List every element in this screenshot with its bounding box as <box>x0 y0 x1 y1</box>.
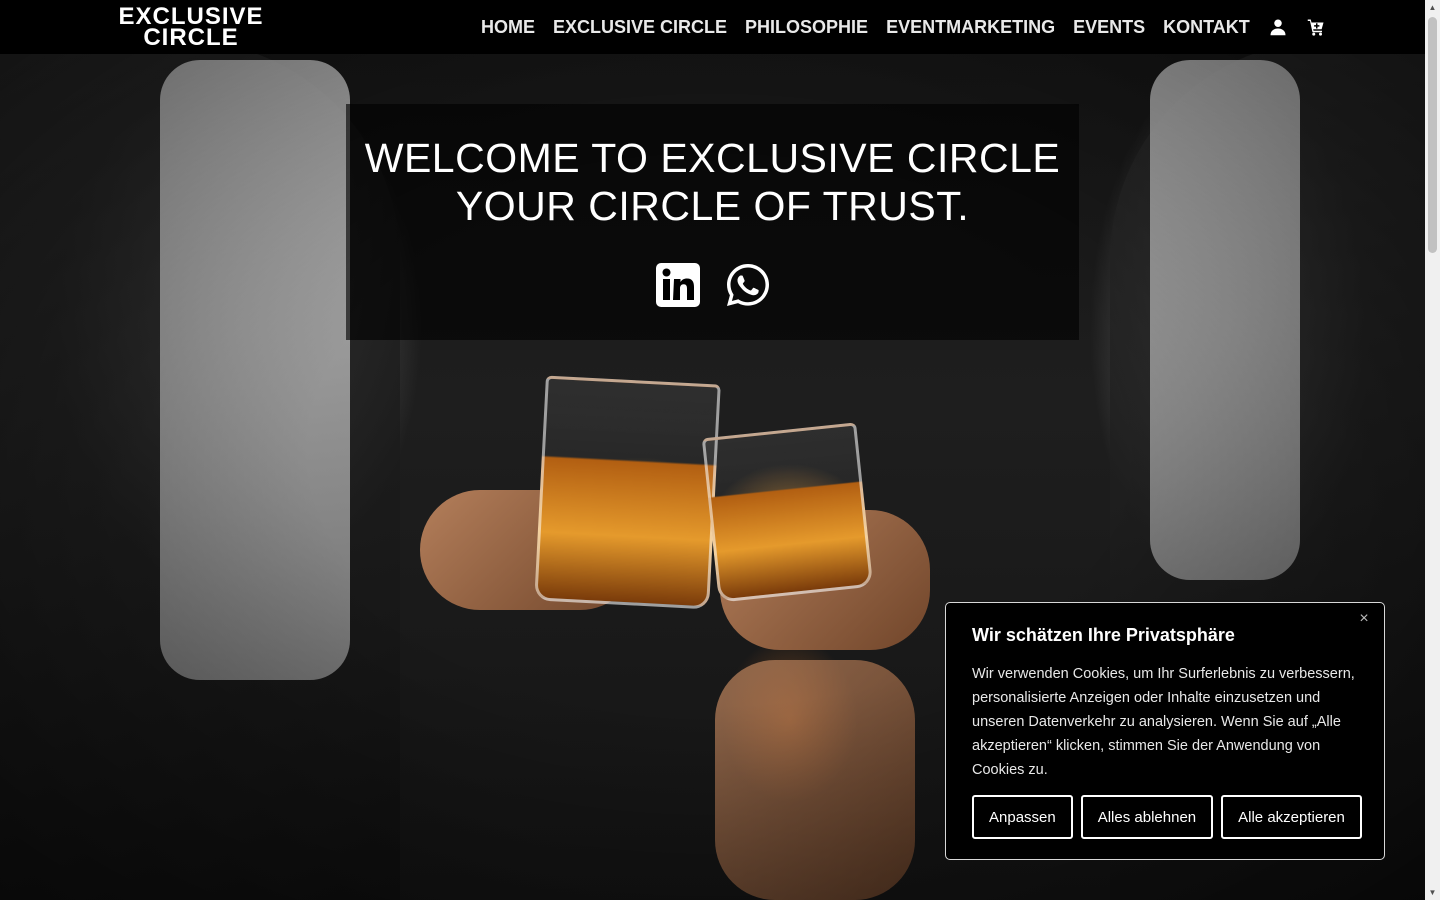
site-logo[interactable]: EXCLUSIVE CIRCLE <box>116 5 266 51</box>
accept-all-button[interactable]: Alle akzeptieren <box>1221 795 1362 839</box>
logo-line-2: CIRCLE <box>143 24 239 51</box>
cookie-consent-dialog: × Wir schätzen Ihre Privatsphäre Wir ver… <box>945 602 1385 860</box>
vertical-scrollbar[interactable]: ▲ ▼ <box>1425 0 1440 900</box>
nav-item-exclusive-circle[interactable]: EXCLUSIVE CIRCLE <box>553 17 727 38</box>
whatsapp-icon[interactable] <box>725 262 771 308</box>
main-nav: HOME EXCLUSIVE CIRCLE PHILOSOPHIE EVENTM… <box>481 0 1326 54</box>
cookie-description: Wir verwenden Cookies, um Ihr Surferlebn… <box>972 666 1355 778</box>
scroll-up-arrow-icon[interactable]: ▲ <box>1425 0 1440 15</box>
cart-icon[interactable] <box>1306 17 1326 37</box>
hero-text-box: WELCOME TO EXCLUSIVE CIRCLE YOUR CIRCLE … <box>346 104 1079 340</box>
close-icon[interactable]: × <box>1356 611 1372 627</box>
hero-title-line-2: YOUR CIRCLE OF TRUST. <box>455 183 970 229</box>
reject-all-button[interactable]: Alles ablehnen <box>1080 795 1214 839</box>
nav-item-eventmarketing[interactable]: EVENTMARKETING <box>886 17 1055 38</box>
site-header: EXCLUSIVE CIRCLE HOME EXCLUSIVE CIRCLE P… <box>0 0 1425 54</box>
cookie-button-row: Anpassen Alles ablehnen Alle akzeptieren <box>972 795 1362 839</box>
scroll-down-arrow-icon[interactable]: ▼ <box>1425 885 1440 900</box>
nav-item-home[interactable]: HOME <box>481 17 535 38</box>
nav-item-kontakt[interactable]: KONTAKT <box>1163 17 1250 38</box>
customize-button[interactable]: Anpassen <box>972 795 1073 839</box>
hero-title: WELCOME TO EXCLUSIVE CIRCLE YOUR CIRCLE … <box>346 134 1079 230</box>
hero-title-line-1: WELCOME TO EXCLUSIVE CIRCLE <box>364 135 1061 181</box>
user-icon[interactable] <box>1268 17 1288 37</box>
scrollbar-thumb[interactable] <box>1428 17 1437 253</box>
linkedin-icon[interactable] <box>655 262 701 308</box>
nav-item-philosophie[interactable]: PHILOSOPHIE <box>745 17 868 38</box>
cookie-title: Wir schätzen Ihre Privatsphäre <box>972 625 1235 645</box>
social-links <box>346 262 1079 308</box>
nav-item-events[interactable]: EVENTS <box>1073 17 1145 38</box>
